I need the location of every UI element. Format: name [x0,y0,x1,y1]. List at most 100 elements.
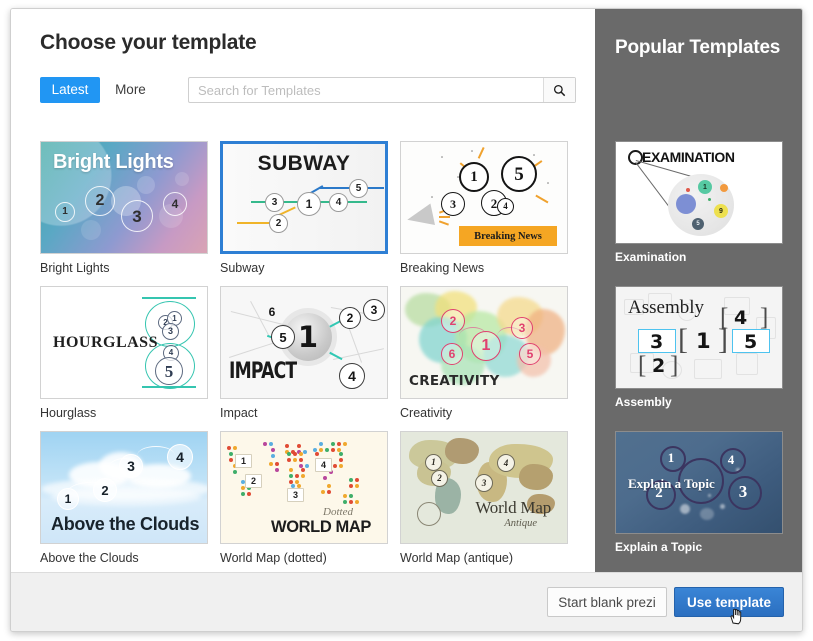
art-number: 1 [425,454,442,471]
art-number: 3 [475,474,493,492]
art-number: 4 [329,193,348,212]
template-name: Above the Clouds [40,551,208,565]
art-number: 5 [271,325,295,349]
template-thumbnail[interactable]: EXAMINATION 1 9 5 [615,141,783,244]
compass-icon [417,502,441,526]
popular-card-assembly[interactable]: Assembly [ ] 4 3 [ 1 ] 5 [ 2 ] Assembly [615,286,783,409]
art-number: 5 [694,220,702,228]
template-card-world-map-dotted[interactable]: 1 2 3 4 Dotted WORLD MAP World Map (dott… [220,431,388,565]
art-number: 1 [55,202,75,222]
art-number: 1 [700,182,710,192]
art-title: CREATIVITY [409,373,500,389]
template-name: World Map (antique) [400,551,568,565]
art-number: 1 [297,321,319,353]
art-number: 3 [650,333,663,352]
art-number: 3 [441,192,465,216]
popular-card-explain-a-topic[interactable]: 1 2 3 4 Explain a Topic Explain a Topic [615,431,783,554]
art-number: 2 [431,470,448,487]
template-thumbnail[interactable]: 1 2 3 4 Above the Clouds [40,431,208,544]
art-title: Above the Clouds [51,514,199,535]
template-browser-panel: Choose your template Latest More [11,9,595,573]
template-thumbnail[interactable]: 1 5 3 2 4 Breaking News [400,141,568,254]
art-number: 2 [245,474,262,488]
art-number: 1 [235,454,252,468]
art-title: SUBWAY [258,152,351,176]
template-card-impact[interactable]: 1 2 3 4 5 6 IMPACT Impact [220,286,388,420]
bright-lights-art: Bright Lights 1 2 3 4 [41,142,207,253]
art-banner: Breaking News [459,226,557,246]
art-title: Assembly [628,297,704,319]
art-number: 5 [349,179,368,198]
art-title: Bright Lights [53,151,174,174]
template-name: Impact [220,406,388,420]
art-number: 6 [441,343,463,365]
hourglass-art: HOURGLASS 2 1 3 4 5 [41,287,207,398]
assembly-art: Assembly [ ] 4 3 [ 1 ] 5 [ 2 ] [616,287,782,388]
art-title: IMPACT [229,359,296,384]
world-map-dotted-art: 1 2 3 4 Dotted WORLD MAP [221,432,387,543]
template-thumbnail-selected[interactable]: SUBWAY 1 2 3 4 5 [220,141,388,254]
art-title: World Map [475,498,551,518]
art-number: 4 [315,458,332,472]
template-card-bright-lights[interactable]: Bright Lights 1 2 3 4 Bright Lights [40,141,208,275]
template-name: Subway [220,261,388,275]
above-the-clouds-art: 1 2 3 4 Above the Clouds [41,432,207,543]
search-input[interactable] [189,78,543,102]
art-number: 3 [728,476,758,506]
art-number: 1 [471,331,501,361]
art-number: 2 [652,357,665,376]
art-number: 4 [720,448,742,470]
art-number: 1 [696,331,711,352]
template-card-breaking-news[interactable]: 1 5 3 2 4 Breaking News Breaking News [400,141,568,275]
popular-card-examination[interactable]: EXAMINATION 1 9 5 Examination [615,141,783,264]
template-name: Creativity [400,406,568,420]
template-card-subway[interactable]: SUBWAY 1 2 3 4 5 Subw [220,141,388,275]
template-thumbnail[interactable]: 1 2 3 4 Explain a Topic [615,431,783,534]
art-number: 1 [660,446,682,468]
art-number: 5 [519,343,541,365]
art-number: 4 [167,444,193,470]
art-number: 2 [85,186,115,216]
template-thumbnail[interactable]: HOURGLASS 2 1 3 4 5 [40,286,208,399]
tab-latest[interactable]: Latest [40,77,100,103]
search-button[interactable] [543,78,575,102]
template-card-above-the-clouds[interactable]: 1 2 3 4 Above the Clouds Above the Cloud… [40,431,208,565]
template-card-hourglass[interactable]: HOURGLASS 2 1 3 4 5 Hourglass [40,286,208,420]
art-number: 3 [162,323,179,340]
template-card-world-map-antique[interactable]: 1 2 3 4 World Map Antique World Map (ant… [400,431,568,565]
template-name: Explain a Topic [615,540,783,554]
template-card-creativity[interactable]: 1 2 3 5 6 CREATIVITY Creativity [400,286,568,420]
template-thumbnail[interactable]: 1 2 3 4 5 6 IMPACT [220,286,388,399]
art-number: 9 [716,206,726,216]
art-number: 2 [441,309,465,333]
search-box [188,77,576,103]
page-title: Choose your template [40,31,257,55]
art-number: 2 [93,478,117,502]
template-thumbnail[interactable]: 1 2 3 4 World Map Antique [400,431,568,544]
art-subtitle: Dotted [323,506,353,518]
tab-more[interactable]: More [104,77,156,103]
start-blank-prezi-button[interactable]: Start blank prezi [547,587,667,617]
popular-heading: Popular Templates [615,37,780,59]
art-number: 5 [744,333,757,352]
subway-art: SUBWAY 1 2 3 4 5 [223,144,385,251]
template-thumbnail[interactable]: 1 2 3 4 Dotted WORLD MAP [220,431,388,544]
art-number: 4 [497,198,514,215]
template-thumbnail[interactable]: 1 2 3 5 6 CREATIVITY [400,286,568,399]
art-subtitle: Antique [504,518,537,529]
impact-art: 1 2 3 4 5 6 IMPACT [221,287,387,398]
template-name: Bright Lights [40,261,208,275]
template-name: Hourglass [40,406,208,420]
art-number: 2 [339,307,361,329]
art-title: Explain a Topic [628,476,715,492]
art-number: 3 [287,488,304,502]
template-thumbnail[interactable]: Bright Lights 1 2 3 4 [40,141,208,254]
use-template-button[interactable]: Use template [674,587,784,617]
art-number: 3 [511,317,533,339]
art-number: 3 [121,200,153,232]
template-name: Examination [615,250,783,264]
browser-toolbar: Latest More [40,77,575,103]
art-number: 3 [119,454,143,478]
choose-template-dialog: Choose your template Latest More [10,8,803,632]
template-thumbnail[interactable]: Assembly [ ] 4 3 [ 1 ] 5 [ 2 ] [615,286,783,389]
